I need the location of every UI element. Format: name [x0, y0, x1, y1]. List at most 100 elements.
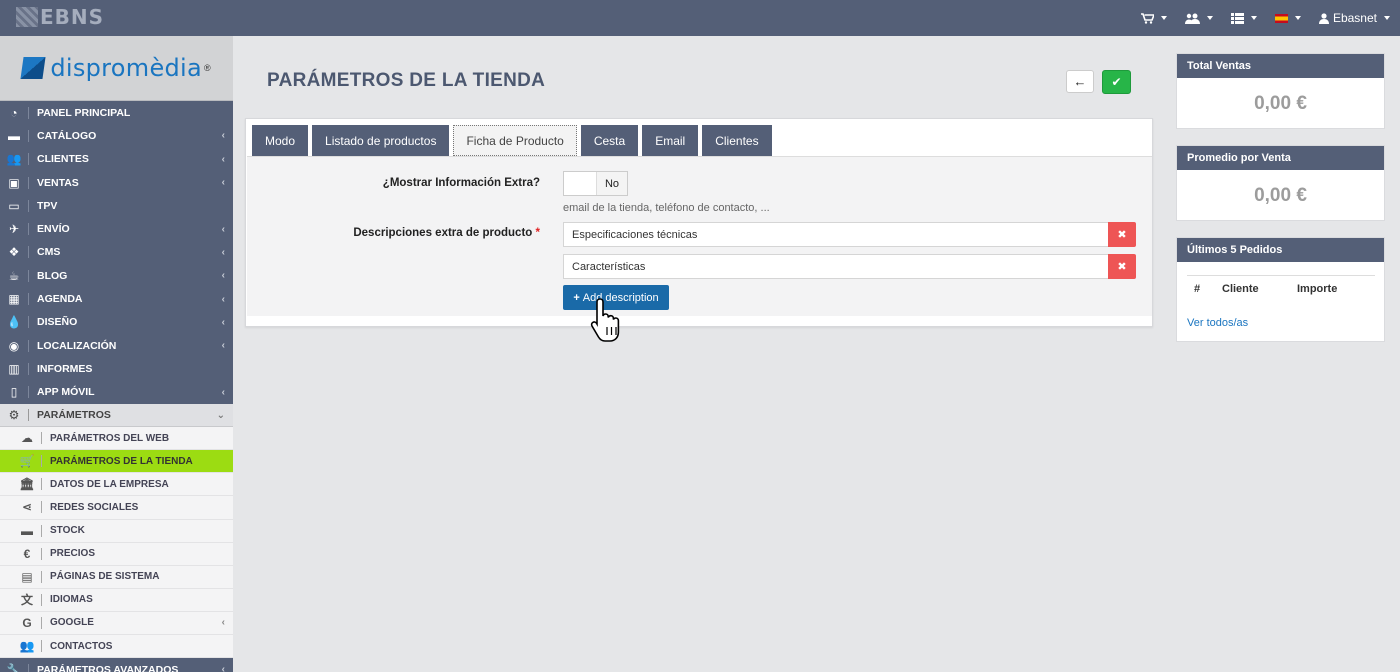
sidebar-item-localizacion[interactable]: ◉ LOCALIZACIÓN ‹ [0, 334, 233, 357]
language-menu[interactable] [1274, 13, 1301, 23]
users-icon [1184, 13, 1200, 24]
sidebar-item-redes-sociales[interactable]: ⋖ REDES SOCIALES [0, 496, 233, 520]
chevron-left-icon: ‹ [221, 130, 225, 142]
sidebar-item-label: PANEL PRINCIPAL [37, 106, 131, 119]
sidebar-item-cms[interactable]: ❖ CMS ‹ [0, 241, 233, 264]
tint-icon: 💧 [6, 315, 22, 330]
list-menu[interactable] [1230, 12, 1257, 24]
mobile-icon: ▯ [10, 385, 18, 400]
sidebar-menu: ◔ PANEL PRINCIPAL ▬ CATÁLOGO ‹ 👥 CLIENTES ‹ ▣ VEN… [0, 101, 233, 404]
book-icon: ▬ [21, 523, 33, 538]
sidebar-item-contactos[interactable]: 👥 CONTACTOS [0, 635, 233, 659]
close-icon: ✖ [1117, 229, 1127, 241]
chevron-left-icon: ‹ [221, 386, 225, 398]
cart-icon [1140, 12, 1154, 24]
sidebar-item-google[interactable]: g GOOGLE ‹ [0, 612, 233, 635]
sidebar-item-label: INFORMES [37, 362, 93, 375]
sidebar-item-label: APP MÓVIL [37, 386, 95, 399]
sidebar-item-agenda[interactable]: ▦ AGENDA ‹ [0, 287, 233, 310]
delete-description-1-button[interactable]: ✖ [1108, 222, 1136, 247]
sidebar-item-label: VENTAS [37, 176, 79, 189]
sidebar-item-diseno[interactable]: 💧 DISEÑO ‹ [0, 311, 233, 334]
tab-cesta[interactable]: Cesta [580, 125, 639, 156]
sidebar-item-tpv[interactable]: ▭ TPV [0, 194, 233, 217]
dashboard-icon: ◔ [10, 105, 18, 120]
cart-icon: 🛒 [19, 454, 35, 469]
brand-mark-icon [16, 7, 38, 27]
sidebar-item-idiomas[interactable]: 文 IDIOMAS [0, 589, 233, 612]
save-button[interactable]: ✔ [1102, 70, 1131, 94]
sidebar-item-label: BLOG [37, 269, 68, 282]
tab-email[interactable]: Email [642, 125, 699, 156]
user-name: Ebasnet [1332, 11, 1377, 25]
sidebar-item-label: PARÁMETROS [37, 409, 111, 421]
total-ventas-widget: Total Ventas 0,00 € [1176, 53, 1385, 129]
spain-flag-icon [1274, 13, 1288, 23]
description-input-2[interactable] [563, 254, 1109, 279]
sidebar-item-informes[interactable]: ▥ INFORMES [0, 357, 233, 380]
globe-icon: ◉ [8, 338, 20, 353]
sidebar-item-parametros-avanzados[interactable]: 🔧 PARÁMETROS AVANZADOS ‹ [0, 658, 233, 672]
view-all-link[interactable]: Ver todos/as [1187, 317, 1248, 329]
sidebar-item-label: CLIENTES [37, 153, 89, 166]
back-button[interactable]: ← [1066, 70, 1094, 93]
user-icon [1318, 12, 1329, 24]
tab-clientes[interactable]: Clientes [702, 125, 772, 156]
descriptions-label: Descripciones extra de producto * [353, 227, 540, 239]
users-menu[interactable] [1184, 13, 1213, 24]
brand-text: EBNS [40, 5, 105, 29]
bar-chart-icon: ▥ [8, 361, 20, 376]
user-menu[interactable]: Ebasnet [1318, 11, 1390, 25]
sidebar-item-stock[interactable]: ▬ STOCK [0, 520, 233, 543]
sidebar-item-catalogo[interactable]: ▬ CATÁLOGO ‹ [0, 124, 233, 147]
sidebar-item-parametros-de-la-tienda[interactable]: 🛒 PARÁMETROS DE LA TIENDA [0, 450, 233, 474]
users-icon: 👥 [6, 152, 22, 167]
settings-panel: Modo Listado de productos Ficha de Product… [245, 118, 1153, 327]
sidebar-item-label: CATÁLOGO [37, 129, 97, 142]
tab-modo[interactable]: Modo [252, 125, 309, 156]
sidebar-item-precios[interactable]: € PRECIOS [0, 543, 233, 566]
sidebar-item-panel-principal[interactable]: ◔ PANEL PRINCIPAL [0, 101, 233, 124]
store-logo[interactable]: dispromèdia ® [0, 36, 233, 101]
sidebar-item-label: PÁGINAS DE SISTEMA [50, 571, 160, 583]
chevron-left-icon: ‹ [221, 153, 225, 165]
book-icon: ▬ [8, 128, 20, 143]
sidebar-item-parametros[interactable]: ⚙ PARÁMETROS ⌄ [0, 403, 233, 428]
tab-ficha-de-producto[interactable]: Ficha de Producto [453, 125, 577, 156]
check-icon: ✔ [1111, 75, 1122, 89]
tab-listado-de-productos[interactable]: Listado de productos [312, 125, 450, 156]
top-nav: Ebasnet [1140, 0, 1390, 36]
close-icon: ✖ [1117, 261, 1127, 273]
sidebar-item-ventas[interactable]: ▣ VENTAS ‹ [0, 171, 233, 194]
orders-table-header: # Cliente Importe [1187, 275, 1375, 301]
sidebar-item-parametros-del-web[interactable]: ☁ PARÁMETROS DEL WEB [0, 427, 233, 451]
extra-info-label: ¿Mostrar Información Extra? [382, 177, 540, 189]
description-input-1[interactable] [563, 222, 1109, 247]
sidebar-item-app-movil[interactable]: ▯ APP MÓVIL ‹ [0, 381, 233, 404]
bank-icon: 🏛 [19, 477, 35, 492]
chevron-left-icon: ‹ [221, 223, 225, 235]
brand-logo[interactable]: EBNS [16, 5, 105, 29]
sidebar-item-label: PARÁMETROS DEL WEB [50, 432, 170, 444]
calendar-icon: ▦ [8, 292, 20, 307]
share-icon: ⋖ [21, 500, 33, 515]
sidebar-item-paginas-de-sistema[interactable]: ▤ PÁGINAS DE SISTEMA [0, 566, 233, 589]
promedio-title: Promedio por Venta [1177, 146, 1384, 170]
sidebar-item-label: IDIOMAS [50, 594, 93, 606]
sidebar-item-clientes[interactable]: 👥 CLIENTES ‹ [0, 148, 233, 171]
sidebar-item-blog[interactable]: ☕ BLOG ‹ [0, 264, 233, 287]
sidebar-item-label: GOOGLE [50, 617, 94, 629]
sidebar-item-envio[interactable]: ✈ ENVÍO ‹ [0, 217, 233, 240]
hand-cursor-icon [590, 298, 620, 342]
file-icon: ▤ [21, 569, 33, 584]
extra-info-toggle[interactable]: No [563, 171, 628, 196]
sidebar-item-label: PARÁMETROS AVANZADOS [37, 663, 179, 672]
arrow-left-icon: ← [1073, 74, 1087, 89]
sidebar: dispromèdia ® ◔ PANEL PRINCIPAL ▬ CATÁLOGO ‹… [0, 36, 233, 672]
delete-description-2-button[interactable]: ✖ [1108, 254, 1136, 279]
sidebar-submenu: ☁ PARÁMETROS DEL WEB 🛒 PARÁMETROS DE LA TIE… [0, 427, 233, 659]
sidebar-item-datos-de-la-empresa[interactable]: 🏛 DATOS DE LA EMPRESA [0, 473, 233, 497]
sidebar-item-label: CMS [37, 246, 61, 259]
sidebar-item-label: CONTACTOS [50, 640, 113, 652]
cart-menu[interactable] [1140, 12, 1167, 24]
